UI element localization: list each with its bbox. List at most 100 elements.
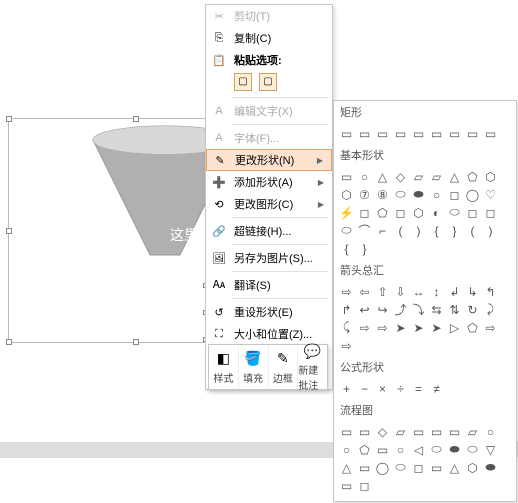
shape-option[interactable]: ↻ — [464, 301, 481, 318]
shape-option[interactable]: ÷ — [392, 380, 409, 397]
shape-option[interactable]: ⬭ — [392, 459, 409, 476]
shape-option[interactable]: ▱ — [464, 423, 481, 440]
shape-option[interactable]: ⤴ — [392, 301, 409, 318]
shape-option[interactable]: } — [446, 222, 463, 239]
shape-option[interactable]: △ — [374, 168, 391, 185]
menu-save-as-pic[interactable]: 🖼另存为图片(S)... — [206, 247, 332, 269]
shape-option[interactable]: ⬬ — [446, 441, 463, 458]
shape-option[interactable]: { — [428, 222, 445, 239]
menu-cut[interactable]: ✂剪切(T) — [206, 5, 332, 27]
shape-option[interactable]: ▭ — [374, 441, 391, 458]
shape-option[interactable]: ○ — [392, 441, 409, 458]
shape-option[interactable]: ◁ — [410, 441, 427, 458]
shape-option[interactable]: ◻ — [356, 477, 373, 494]
shape-option[interactable]: ↳ — [464, 283, 481, 300]
shape-option[interactable]: ⇨ — [338, 337, 355, 354]
shape-option[interactable]: × — [374, 380, 391, 397]
shape-option[interactable]: ▱ — [392, 423, 409, 440]
shape-option[interactable]: ↰ — [482, 283, 499, 300]
shape-option[interactable]: ◻ — [410, 459, 427, 476]
shape-option[interactable]: = — [410, 380, 427, 397]
shape-option[interactable]: ◻ — [446, 186, 463, 203]
shape-option[interactable]: ⬡ — [410, 204, 427, 221]
shape-option[interactable]: ( — [464, 222, 481, 239]
paste-option-2[interactable]: ▢ — [259, 73, 277, 91]
shape-option[interactable]: ▭ — [446, 423, 463, 440]
shape-option[interactable]: ○ — [482, 423, 499, 440]
shape-option[interactable]: ⤵ — [410, 301, 427, 318]
shape-option[interactable]: ◻ — [464, 204, 481, 221]
shape-option[interactable]: ▽ — [482, 441, 499, 458]
shape-option[interactable]: ▭ — [356, 423, 373, 440]
shape-option[interactable]: ⇨ — [356, 319, 373, 336]
shape-option[interactable]: ➤ — [392, 319, 409, 336]
shape-option[interactable]: ↩ — [356, 301, 373, 318]
menu-copy[interactable]: ⎘复制(C) — [206, 27, 332, 49]
shape-option[interactable]: ⬠ — [374, 204, 391, 221]
shape-option[interactable]: ) — [482, 222, 499, 239]
shape-option[interactable]: ⌐ — [374, 222, 391, 239]
shape-option[interactable]: ⑦ — [356, 186, 373, 203]
shape-option[interactable]: ▱ — [410, 168, 427, 185]
shape-option[interactable]: △ — [446, 459, 463, 476]
shape-option[interactable]: ▭ — [338, 168, 355, 185]
shape-option[interactable]: ▭ — [428, 459, 445, 476]
shape-option[interactable]: ↲ — [446, 283, 463, 300]
resize-handle[interactable] — [133, 116, 139, 122]
shape-option[interactable]: ▭ — [356, 125, 373, 142]
shape-option[interactable]: − — [356, 380, 373, 397]
shape-option[interactable]: ○ — [428, 186, 445, 203]
shape-option[interactable]: ⬠ — [464, 168, 481, 185]
shape-option[interactable]: ◯ — [374, 459, 391, 476]
shape-option[interactable]: ▷ — [446, 319, 463, 336]
shape-option[interactable]: ○ — [338, 441, 355, 458]
shape-option[interactable]: ) — [410, 222, 427, 239]
shape-option[interactable]: ◯ — [464, 186, 481, 203]
shape-option[interactable]: ⬭ — [446, 204, 463, 221]
resize-handle[interactable] — [133, 339, 139, 345]
shape-option[interactable]: ➤ — [428, 319, 445, 336]
menu-hyperlink[interactable]: 🔗超链接(H)... — [206, 220, 332, 242]
shape-option[interactable]: ◇ — [374, 423, 391, 440]
shape-option[interactable]: △ — [446, 168, 463, 185]
shape-option[interactable]: ◻ — [356, 204, 373, 221]
shape-option[interactable]: ⬡ — [464, 459, 481, 476]
mini-style-button[interactable]: ◧样式 — [209, 345, 239, 389]
mini-comment-button[interactable]: 💬新建批注 — [298, 345, 327, 389]
shape-option[interactable]: ⬭ — [464, 441, 481, 458]
mini-outline-button[interactable]: ✎边框 — [269, 345, 299, 389]
menu-change-graphic[interactable]: ⟲更改图形(C)▶ — [206, 193, 332, 215]
shape-option[interactable]: ⇅ — [446, 301, 463, 318]
shape-option[interactable]: ⤹ — [338, 319, 355, 336]
resize-handle[interactable] — [6, 116, 12, 122]
shape-option[interactable]: ▭ — [482, 125, 499, 142]
shape-option[interactable]: ↱ — [338, 301, 355, 318]
shape-option[interactable]: ⬭ — [428, 441, 445, 458]
shape-option[interactable]: ⇨ — [374, 319, 391, 336]
shape-option[interactable]: ▭ — [446, 125, 463, 142]
shape-option[interactable]: ( — [392, 222, 409, 239]
shape-option[interactable]: ◇ — [392, 168, 409, 185]
shape-option[interactable]: ⬠ — [464, 319, 481, 336]
shape-option[interactable]: △ — [338, 459, 355, 476]
shape-option[interactable]: ▭ — [338, 423, 355, 440]
shape-option[interactable]: ◐ — [428, 204, 445, 221]
shape-option[interactable]: ▭ — [428, 125, 445, 142]
shape-option[interactable]: ▭ — [338, 477, 355, 494]
shape-option[interactable]: ↔ — [410, 283, 427, 300]
shape-option[interactable]: + — [338, 380, 355, 397]
shape-option[interactable]: } — [356, 240, 373, 257]
shape-option[interactable]: ▭ — [392, 125, 409, 142]
shape-option[interactable]: ⬬ — [482, 459, 499, 476]
menu-reset-shape[interactable]: ↺重设形状(E) — [206, 301, 332, 323]
shape-option[interactable]: ▭ — [428, 423, 445, 440]
shape-option[interactable]: ▱ — [428, 168, 445, 185]
shape-option[interactable]: ⇩ — [392, 283, 409, 300]
shape-option[interactable]: ▭ — [410, 423, 427, 440]
shape-option[interactable]: ⇨ — [482, 319, 499, 336]
shape-option[interactable]: ▭ — [464, 125, 481, 142]
resize-handle[interactable] — [6, 339, 12, 345]
shape-option[interactable]: ⬡ — [482, 168, 499, 185]
shape-option[interactable]: ⬡ — [338, 186, 355, 203]
shape-option[interactable]: ⬭ — [392, 186, 409, 203]
